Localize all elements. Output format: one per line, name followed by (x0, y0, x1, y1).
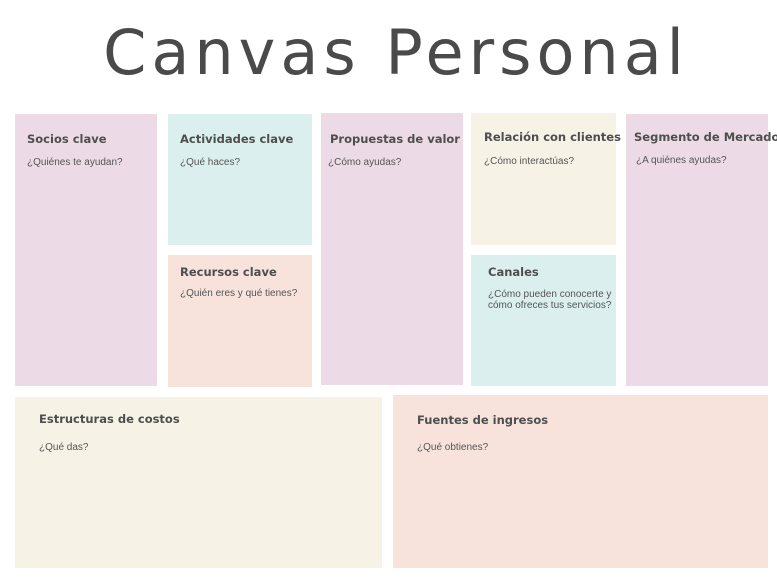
block-question: ¿Quiénes te ayudan? (27, 157, 123, 168)
block-actividades-clave: Actividades clave ¿Qué haces? (168, 114, 312, 245)
question-line: cómo ofreces tus servicios? (488, 300, 612, 311)
block-heading: Segmento de Mercado (634, 130, 777, 144)
block-propuestas-de-valor: Propuestas de valor ¿Cómo ayudas? (321, 113, 463, 385)
block-question: ¿Cómo interactúas? (484, 156, 575, 167)
block-question: ¿Cómo pueden conocerte y cómo ofreces tu… (488, 289, 611, 311)
block-heading: Socios clave (27, 132, 107, 146)
block-question: ¿Qué das? (39, 442, 89, 453)
block-heading: Fuentes de ingresos (417, 413, 549, 427)
block-fuentes-de-ingresos: Fuentes de ingresos ¿Qué obtienes? (393, 395, 768, 568)
block-heading: Relación con clientes (484, 130, 621, 144)
block-estructuras-de-costos: Estructuras de costos ¿Qué das? (15, 397, 382, 568)
block-question: ¿Cómo ayudas? (328, 157, 402, 168)
block-question: ¿Qué haces? (180, 157, 241, 168)
block-heading: Propuestas de valor (330, 132, 460, 146)
block-question: ¿Qué obtienes? (417, 442, 489, 453)
block-relacion-con-clientes: Relación con clientes ¿Cómo interactúas? (471, 113, 621, 245)
block-question: ¿A quiénes ayudas? (636, 155, 727, 166)
block-heading: Estructuras de costos (39, 412, 180, 426)
block-recursos-clave: Recursos clave ¿Quién eres y qué tienes? (168, 255, 312, 387)
block-heading: Actividades clave (180, 132, 294, 146)
block-heading: Recursos clave (180, 265, 277, 279)
block-canales: Canales ¿Cómo pueden conocerte y cómo of… (471, 255, 616, 386)
block-question: ¿Quién eres y qué tienes? (180, 288, 298, 299)
canvas-page: Canvas Personal Socios clave ¿Quiénes te… (0, 0, 777, 578)
question-line: ¿Cómo pueden conocerte y (488, 289, 612, 300)
block-heading: Canales (488, 265, 539, 279)
block-segmento-de-mercado: Segmento de Mercado ¿A quiénes ayudas? (626, 114, 777, 386)
page-title: Canvas Personal (103, 16, 689, 89)
block-socios-clave: Socios clave ¿Quiénes te ayudan? (15, 114, 157, 386)
